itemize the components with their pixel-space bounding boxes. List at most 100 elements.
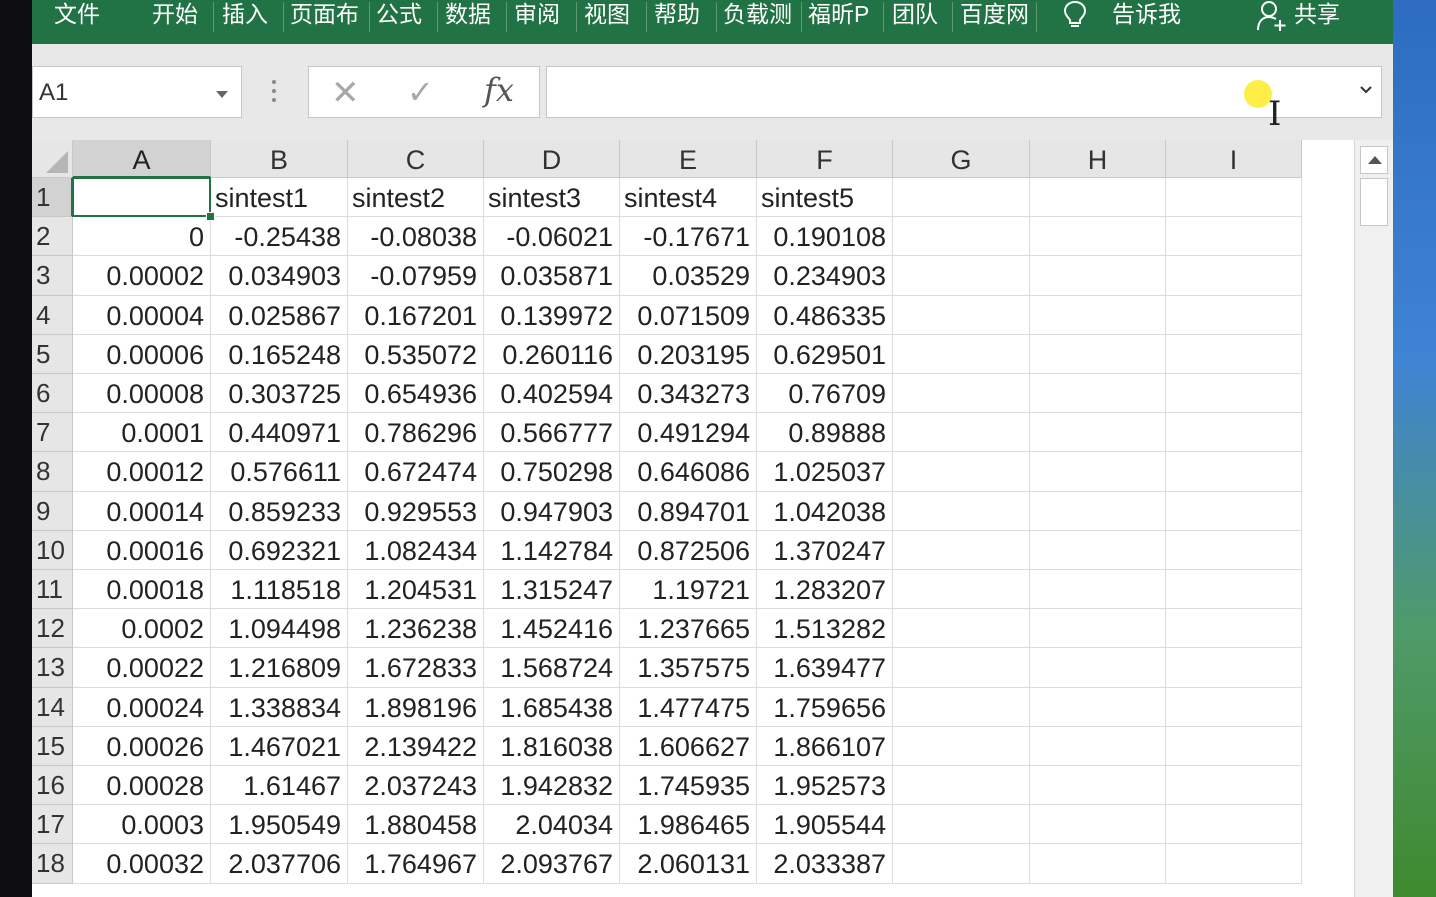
column-header-g[interactable]: G: [893, 140, 1030, 178]
cell-e4[interactable]: 0.071509: [620, 295, 757, 335]
cell-a18[interactable]: 0.00032: [73, 844, 211, 884]
share-button[interactable]: 共享: [1294, 0, 1350, 30]
cell-a5[interactable]: 0.00006: [73, 334, 211, 374]
cell-d4[interactable]: 0.139972: [484, 295, 620, 335]
cell-b13[interactable]: 1.216809: [211, 648, 348, 688]
cell-c13[interactable]: 1.672833: [348, 648, 484, 688]
cell-d15[interactable]: 1.816038: [484, 726, 620, 766]
tab-file[interactable]: 文件: [54, 0, 110, 30]
cell-i10[interactable]: [1166, 530, 1302, 570]
cell-f11[interactable]: 1.283207: [757, 570, 893, 610]
tab-team[interactable]: 团队: [892, 0, 948, 30]
cell-e13[interactable]: 1.357575: [620, 648, 757, 688]
cell-h18[interactable]: [1030, 844, 1166, 884]
cell-f15[interactable]: 1.866107: [757, 726, 893, 766]
cell-b12[interactable]: 1.094498: [211, 609, 348, 649]
cell-c1[interactable]: sintest2: [348, 178, 484, 218]
cell-g7[interactable]: [893, 413, 1030, 453]
cell-i16[interactable]: [1166, 766, 1302, 806]
cell-i9[interactable]: [1166, 491, 1302, 531]
column-header-c[interactable]: C: [348, 140, 484, 178]
cell-g4[interactable]: [893, 295, 1030, 335]
cell-d12[interactable]: 1.452416: [484, 609, 620, 649]
cell-c6[interactable]: 0.654936: [348, 374, 484, 414]
cell-a10[interactable]: 0.00016: [73, 530, 211, 570]
cell-g13[interactable]: [893, 648, 1030, 688]
cell-e7[interactable]: 0.491294: [620, 413, 757, 453]
cell-g12[interactable]: [893, 609, 1030, 649]
chevron-down-icon[interactable]: [1359, 83, 1373, 97]
formula-bar-resize-handle-icon[interactable]: [272, 80, 276, 107]
cell-c11[interactable]: 1.204531: [348, 570, 484, 610]
cell-g5[interactable]: [893, 334, 1030, 374]
insert-function-icon[interactable]: fx: [484, 71, 514, 109]
cell-b11[interactable]: 1.118518: [211, 570, 348, 610]
cell-f2[interactable]: 0.190108: [757, 217, 893, 257]
cell-c4[interactable]: 0.167201: [348, 295, 484, 335]
fill-handle[interactable]: [206, 212, 215, 222]
cell-b2[interactable]: -0.25438: [211, 217, 348, 257]
cell-b4[interactable]: 0.025867: [211, 295, 348, 335]
cell-b1[interactable]: sintest1: [211, 178, 348, 218]
cell-a11[interactable]: 0.00018: [73, 570, 211, 610]
tab-insert[interactable]: 插入: [222, 0, 278, 30]
cell-g9[interactable]: [893, 491, 1030, 531]
cell-b14[interactable]: 1.338834: [211, 687, 348, 727]
cell-c9[interactable]: 0.929553: [348, 491, 484, 531]
cell-g14[interactable]: [893, 687, 1030, 727]
row-header[interactable]: 10: [32, 530, 73, 570]
cell-b9[interactable]: 0.859233: [211, 491, 348, 531]
cell-f13[interactable]: 1.639477: [757, 648, 893, 688]
row-header[interactable]: 6: [32, 374, 73, 414]
tab-review[interactable]: 审阅: [514, 0, 570, 30]
cell-f9[interactable]: 1.042038: [757, 491, 893, 531]
cell-g11[interactable]: [893, 570, 1030, 610]
cell-e14[interactable]: 1.477475: [620, 687, 757, 727]
cell-i8[interactable]: [1166, 452, 1302, 492]
cell-g3[interactable]: [893, 256, 1030, 296]
cell-d11[interactable]: 1.315247: [484, 570, 620, 610]
cell-i2[interactable]: [1166, 217, 1302, 257]
tab-page-layout[interactable]: 页面布: [290, 0, 366, 30]
scroll-up-arrow-icon[interactable]: [1360, 146, 1388, 174]
cell-c3[interactable]: -0.07959: [348, 256, 484, 296]
cell-a4[interactable]: 0.00004: [73, 295, 211, 335]
row-header[interactable]: 1: [32, 178, 73, 218]
cell-h13[interactable]: [1030, 648, 1166, 688]
cell-f8[interactable]: 1.025037: [757, 452, 893, 492]
cell-b6[interactable]: 0.303725: [211, 374, 348, 414]
cell-c7[interactable]: 0.786296: [348, 413, 484, 453]
tab-foxit-pdf[interactable]: 福昕P: [808, 0, 880, 30]
cell-e15[interactable]: 1.606627: [620, 726, 757, 766]
name-box[interactable]: A1: [32, 66, 242, 118]
cell-f16[interactable]: 1.952573: [757, 766, 893, 806]
cell-f6[interactable]: 0.76709: [757, 374, 893, 414]
cell-h11[interactable]: [1030, 570, 1166, 610]
cell-i7[interactable]: [1166, 413, 1302, 453]
cell-h7[interactable]: [1030, 413, 1166, 453]
cell-e1[interactable]: sintest4: [620, 178, 757, 218]
cell-b3[interactable]: 0.034903: [211, 256, 348, 296]
row-header[interactable]: 15: [32, 726, 73, 766]
scrollbar-thumb[interactable]: [1360, 178, 1388, 226]
cell-i12[interactable]: [1166, 609, 1302, 649]
cell-e16[interactable]: 1.745935: [620, 766, 757, 806]
cell-h4[interactable]: [1030, 295, 1166, 335]
tab-home[interactable]: 开始: [152, 0, 208, 30]
cell-c16[interactable]: 2.037243: [348, 766, 484, 806]
cell-e11[interactable]: 1.19721: [620, 570, 757, 610]
row-header[interactable]: 9: [32, 491, 73, 531]
cancel-icon[interactable]: ✕: [331, 73, 360, 113]
enter-check-icon[interactable]: ✓: [407, 73, 434, 111]
cell-i11[interactable]: [1166, 570, 1302, 610]
cell-h14[interactable]: [1030, 687, 1166, 727]
cell-h12[interactable]: [1030, 609, 1166, 649]
cell-b5[interactable]: 0.165248: [211, 334, 348, 374]
tab-baidu-netdisk[interactable]: 百度网: [960, 0, 1032, 30]
cell-a12[interactable]: 0.0002: [73, 609, 211, 649]
column-header-e[interactable]: E: [620, 140, 757, 178]
cell-h17[interactable]: [1030, 805, 1166, 845]
tab-data[interactable]: 数据: [445, 0, 501, 30]
cell-c17[interactable]: 1.880458: [348, 805, 484, 845]
cell-i3[interactable]: [1166, 256, 1302, 296]
